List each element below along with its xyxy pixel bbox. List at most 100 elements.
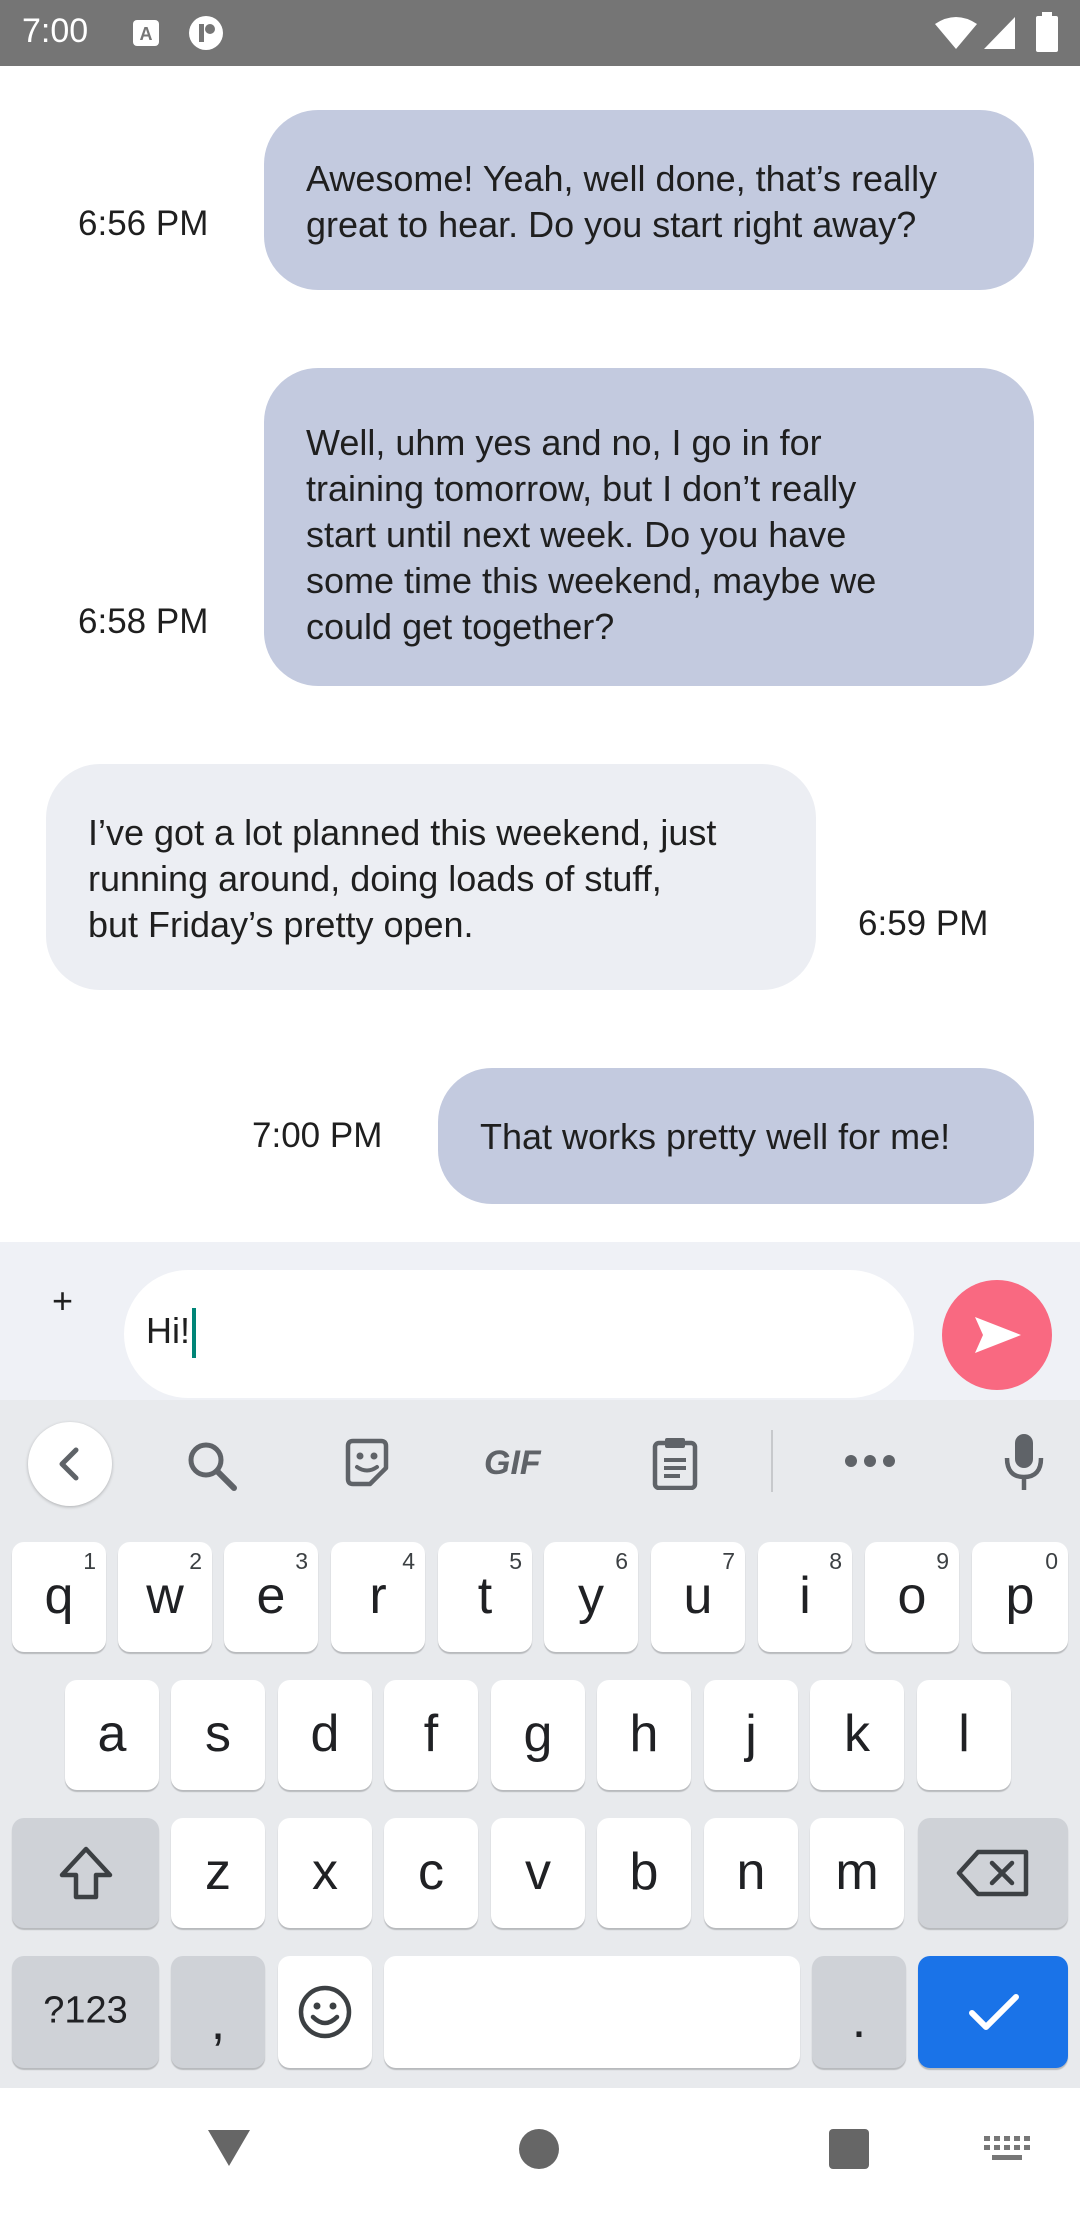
- key-label: e: [256, 1566, 286, 1625]
- home-circle-icon[interactable]: [518, 2128, 560, 2175]
- key-n[interactable]: n: [704, 1818, 798, 1928]
- key-u[interactable]: 7u: [651, 1542, 745, 1652]
- message-time: 6:59 PM: [858, 904, 989, 943]
- comma-key[interactable]: ,: [171, 1956, 265, 2068]
- message-text-line: start until next week. Do you have: [306, 514, 847, 555]
- key-i[interactable]: 8i: [758, 1542, 852, 1652]
- key-label: y: [578, 1566, 604, 1625]
- keyboard-back-button[interactable]: [28, 1422, 112, 1506]
- toolbar-divider: [771, 1430, 773, 1492]
- symbols-key[interactable]: ?123: [12, 1956, 159, 2068]
- key-x[interactable]: x: [278, 1818, 372, 1928]
- key-label: .: [851, 1990, 867, 2049]
- key-label: j: [745, 1704, 757, 1763]
- key-w[interactable]: 2w: [118, 1542, 212, 1652]
- received-message-bubble[interactable]: I’ve got a lot planned this weekend, jus…: [46, 764, 816, 990]
- back-triangle-icon[interactable]: [206, 2128, 252, 2173]
- status-bar: 7:00 A: [0, 0, 1080, 66]
- recents-square-icon[interactable]: [828, 2128, 870, 2175]
- key-label: r: [369, 1566, 387, 1625]
- key-k[interactable]: k: [810, 1680, 904, 1790]
- key-e[interactable]: 3e: [224, 1542, 318, 1652]
- message-text-line: That works pretty well for me!: [480, 1116, 951, 1157]
- send-button[interactable]: [942, 1280, 1052, 1390]
- message-text-line: could get together?: [306, 606, 615, 647]
- key-label: u: [683, 1566, 713, 1625]
- add-attachment-button[interactable]: +: [52, 1280, 73, 1322]
- cell-signal-icon: [982, 16, 1016, 55]
- message-text-line: but Friday’s pretty open.: [88, 904, 474, 945]
- message-list[interactable]: 6:56 PM Awesome! Yeah, well done, that’s…: [0, 66, 1080, 1242]
- emoji-key[interactable]: [278, 1956, 372, 2068]
- key-l[interactable]: l: [917, 1680, 1011, 1790]
- send-arrow-icon: [975, 1317, 1021, 1353]
- backspace-key[interactable]: [918, 1818, 1068, 1928]
- key-label: s: [205, 1704, 231, 1763]
- key-b[interactable]: b: [597, 1818, 691, 1928]
- keyboard-switch-icon[interactable]: [984, 2136, 1030, 2169]
- key-d[interactable]: d: [278, 1680, 372, 1790]
- key-label: v: [525, 1842, 551, 1901]
- shift-key[interactable]: [12, 1818, 159, 1928]
- key-o[interactable]: 9o: [865, 1542, 959, 1652]
- gif-button[interactable]: GIF: [484, 1444, 541, 1483]
- key-y[interactable]: 6y: [544, 1542, 638, 1652]
- key-c[interactable]: c: [384, 1818, 478, 1928]
- enter-key[interactable]: [918, 1956, 1068, 2068]
- key-t[interactable]: 5t: [438, 1542, 532, 1652]
- key-label: w: [146, 1566, 184, 1625]
- message-text-line: great to hear. Do you start right away?: [306, 204, 917, 245]
- message-text-line: some time this weekend, maybe we: [306, 560, 877, 601]
- message-text-line: training tomorrow, but I don’t really: [306, 468, 857, 509]
- key-label: d: [310, 1704, 340, 1763]
- message-text-line: Awesome! Yeah, well done, that’s really: [306, 158, 938, 199]
- back-chevron-icon: [59, 1447, 79, 1481]
- key-label: g: [523, 1704, 553, 1763]
- sticker-icon[interactable]: [342, 1438, 392, 1493]
- shift-arrow-icon: [59, 1846, 113, 1900]
- sent-message-bubble[interactable]: Well, uhm yes and no, I go in for traini…: [264, 368, 1034, 686]
- backspace-icon: [956, 1849, 1029, 1897]
- svg-text:A: A: [140, 24, 153, 44]
- wifi-icon: [934, 16, 978, 55]
- period-key[interactable]: .: [812, 1956, 906, 2068]
- key-h[interactable]: h: [597, 1680, 691, 1790]
- sent-message-bubble[interactable]: Awesome! Yeah, well done, that’s really …: [264, 110, 1034, 290]
- clipboard-icon[interactable]: [652, 1436, 698, 1495]
- key-label: m: [835, 1842, 879, 1901]
- key-j[interactable]: j: [704, 1680, 798, 1790]
- message-text-line: running around, doing loads of stuff,: [88, 858, 662, 899]
- checkmark-icon: [969, 1994, 1019, 2030]
- message-time: 7:00 PM: [252, 1116, 383, 1155]
- space-key[interactable]: [384, 1956, 800, 2068]
- key-label: z: [205, 1842, 231, 1901]
- key-label: a: [97, 1704, 127, 1763]
- message-text-line: I’ve got a lot planned this weekend, jus…: [88, 812, 717, 853]
- key-label: q: [44, 1566, 74, 1625]
- message-input[interactable]: Hi!: [124, 1270, 914, 1398]
- key-r[interactable]: 4r: [331, 1542, 425, 1652]
- battery-icon: [1036, 12, 1058, 57]
- key-label: x: [312, 1842, 338, 1901]
- key-m[interactable]: m: [810, 1818, 904, 1928]
- key-v[interactable]: v: [491, 1818, 585, 1928]
- key-q[interactable]: 1q: [12, 1542, 106, 1652]
- key-a[interactable]: a: [65, 1680, 159, 1790]
- key-label: b: [629, 1842, 659, 1901]
- key-g[interactable]: g: [491, 1680, 585, 1790]
- key-label: ?123: [43, 1989, 128, 2032]
- more-dots-icon[interactable]: [844, 1454, 896, 1473]
- sent-message-bubble[interactable]: That works pretty well for me!: [438, 1068, 1034, 1204]
- message-composer: + Hi!: [0, 1242, 1080, 1400]
- key-label: f: [423, 1704, 439, 1763]
- search-icon[interactable]: [186, 1440, 238, 1497]
- key-p[interactable]: 0p: [972, 1542, 1068, 1652]
- key-s[interactable]: s: [171, 1680, 265, 1790]
- key-label: p: [1005, 1566, 1035, 1625]
- key-label: n: [736, 1842, 766, 1901]
- key-z[interactable]: z: [171, 1818, 265, 1928]
- microphone-icon[interactable]: [1004, 1432, 1044, 1497]
- a-badge-icon: A: [132, 19, 160, 52]
- key-f[interactable]: f: [384, 1680, 478, 1790]
- key-label: c: [418, 1842, 444, 1901]
